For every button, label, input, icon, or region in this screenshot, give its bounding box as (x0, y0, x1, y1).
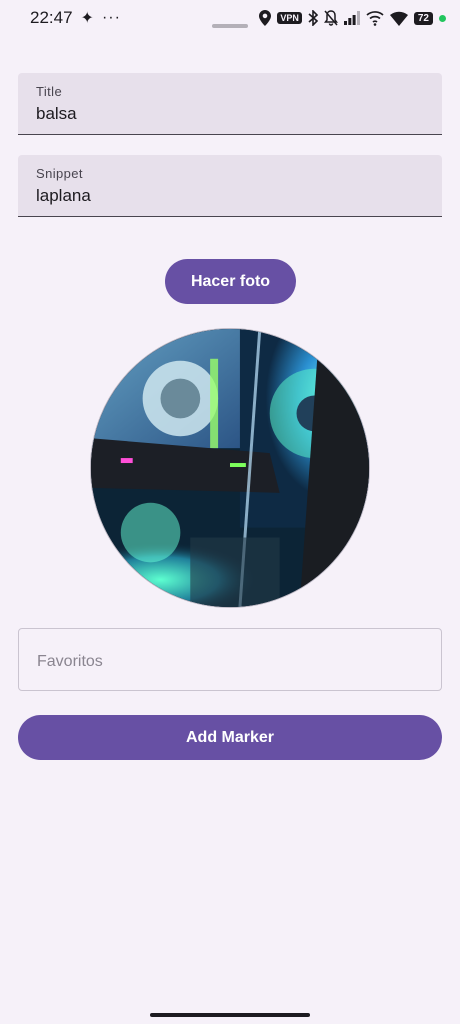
status-time: 22:47 (30, 8, 73, 27)
title-field[interactable]: Title balsa (18, 73, 442, 135)
privacy-indicator-dot (439, 14, 446, 22)
favorites-field[interactable]: Favoritos (18, 628, 442, 691)
notch-pill (212, 24, 248, 28)
home-indicator[interactable] (150, 1013, 310, 1017)
mute-icon (323, 10, 338, 26)
wifi-call-icon (366, 10, 384, 26)
snippet-value[interactable]: laplana (36, 186, 91, 206)
title-value[interactable]: balsa (36, 104, 77, 124)
signal-icon (343, 11, 360, 25)
status-right: VPN 72 (259, 8, 446, 28)
bluetooth-icon (308, 10, 318, 26)
status-bar: 22:47 ✦ ··· VPN 72 (0, 0, 460, 36)
snippet-label: Snippet (36, 166, 83, 181)
title-label: Title (36, 84, 63, 99)
vpn-icon: VPN (277, 12, 302, 24)
battery-icon: 72 (413, 11, 433, 25)
status-left: 22:47 ✦ ··· (30, 8, 121, 28)
favorites-placeholder: Favoritos (37, 653, 103, 670)
more-notifications-icon: ··· (101, 9, 121, 26)
sparkle-icon: ✦ (80, 10, 94, 27)
snippet-field[interactable]: Snippet laplana (18, 155, 442, 217)
photo-image (91, 329, 369, 607)
marker-photo (90, 328, 370, 608)
add-marker-button[interactable]: Add Marker (18, 715, 442, 760)
location-icon (259, 10, 272, 26)
take-photo-button[interactable]: Hacer foto (165, 259, 296, 304)
wifi-icon (389, 11, 408, 26)
